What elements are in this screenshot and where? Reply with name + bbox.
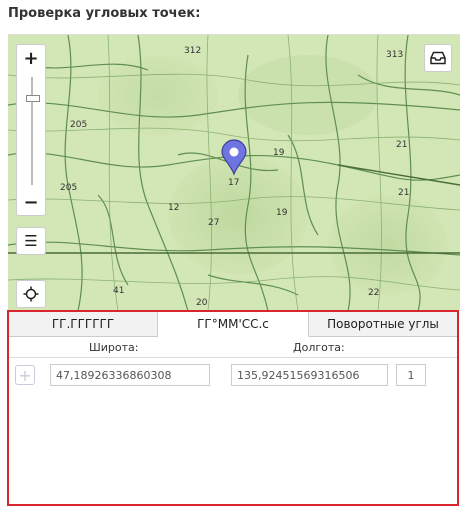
- parcel-label: 17: [228, 178, 239, 188]
- tab-decimal-degrees[interactable]: ГГ.ГГГГГГ: [9, 312, 158, 337]
- parcel-label: 22: [368, 288, 379, 298]
- parcel-label: 313: [386, 50, 403, 60]
- menu-icon: ☰: [24, 232, 38, 250]
- tab-dms[interactable]: ГГ°ММ'СС.с: [158, 312, 309, 337]
- inbox-button[interactable]: [424, 44, 452, 72]
- tab-turning-angles[interactable]: Поворотные углы: [309, 312, 457, 337]
- zoom-control[interactable]: + −: [16, 44, 46, 216]
- zoom-slider-track[interactable]: [31, 77, 33, 185]
- parcel-label: 41: [113, 286, 124, 296]
- add-point-button[interactable]: +: [15, 365, 35, 385]
- longitude-label: Долгота:: [293, 341, 345, 354]
- parcel-label: 21: [398, 188, 409, 198]
- parcel-label: 21: [396, 140, 407, 150]
- latitude-label: Широта:: [89, 341, 139, 354]
- parcel-label: 205: [60, 183, 77, 193]
- parcel-label: 19: [276, 208, 288, 218]
- plus-icon: +: [18, 365, 32, 385]
- format-tabs: ГГ.ГГГГГГ ГГ°ММ'СС.с Поворотные углы: [9, 312, 457, 337]
- page-title: Проверка угловых точек:: [8, 6, 201, 21]
- topographic-map[interactable]: 312 313 205 205 19 19 21 21 17 27 41 20 …: [8, 34, 460, 311]
- locate-button[interactable]: [16, 280, 46, 308]
- parcel-label: 27: [208, 218, 219, 228]
- zoom-slider-handle[interactable]: [26, 95, 40, 102]
- longitude-input[interactable]: [231, 364, 388, 386]
- parcel-label: 20: [196, 298, 208, 308]
- map-canvas[interactable]: 312 313 205 205 19 19 21 21 17 27 41 20 …: [8, 35, 460, 311]
- parcel-label: 312: [184, 46, 201, 56]
- layers-menu-button[interactable]: ☰: [16, 227, 46, 255]
- parcel-label: 12: [168, 203, 179, 213]
- parcel-label: 205: [70, 120, 87, 130]
- inbox-icon: [430, 51, 446, 65]
- parcel-label: 19: [273, 148, 285, 158]
- corner-points-panel: ГГ.ГГГГГГ ГГ°ММ'СС.с Поворотные углы Шир…: [7, 310, 459, 506]
- point-index: 1: [396, 364, 426, 386]
- latitude-input[interactable]: [50, 364, 210, 386]
- crosshair-icon: [23, 286, 39, 302]
- zoom-in-button[interactable]: +: [17, 45, 45, 71]
- divider: [9, 357, 457, 358]
- zoom-out-button[interactable]: −: [17, 189, 45, 215]
